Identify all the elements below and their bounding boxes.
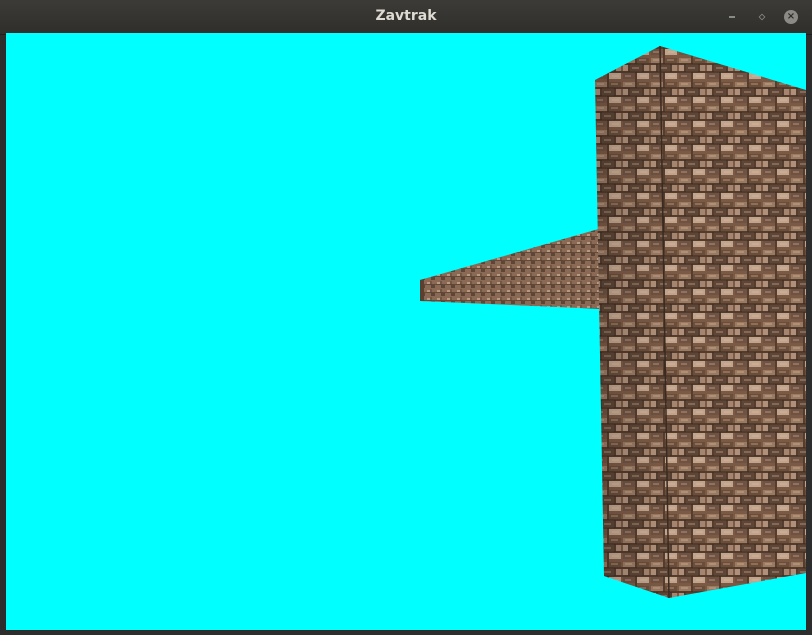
brick-ledge-edge	[420, 279, 424, 301]
window-title: Zavtrak	[375, 8, 437, 24]
title-bar[interactable]: Zavtrak ×	[0, 0, 812, 35]
app-window: Zavtrak ×	[0, 0, 812, 635]
scene-canvas	[6, 33, 806, 630]
maximize-icon[interactable]	[754, 9, 770, 25]
minimize-icon[interactable]	[724, 9, 740, 25]
tower-left-shade	[595, 46, 669, 598]
close-glyph: ×	[784, 10, 798, 24]
brick-tower-right-face	[660, 46, 806, 598]
close-icon[interactable]: ×	[783, 9, 799, 25]
game-viewport[interactable]	[6, 33, 806, 630]
